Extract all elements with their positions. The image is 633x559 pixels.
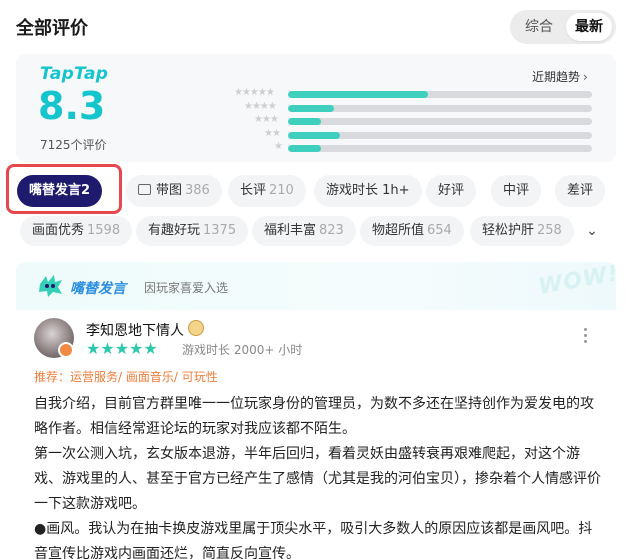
bar-fill [288, 91, 428, 98]
star-icon: ★ [100, 339, 115, 358]
star-level-icons: ★★★ [254, 114, 279, 125]
tag-count: 823 [319, 223, 344, 238]
recent-trend-link[interactable]: 近期趋势 › [532, 68, 588, 85]
review-paragraph: 自我介绍，目前官方群里唯一一位玩家身份的管理员，为数不多还在坚持创作为爱发电的攻… [34, 396, 594, 437]
bar-track [288, 118, 592, 125]
palette-badge-icon [188, 320, 204, 336]
bar-fill [288, 145, 322, 152]
tag-count: 258 [537, 223, 562, 238]
tag-with-images[interactable]: 带图 386 [126, 175, 222, 207]
tag-good-value[interactable]: 物超所值 654 [360, 216, 464, 246]
more-options-icon[interactable] [582, 328, 588, 344]
tag-casual[interactable]: 轻松护肝 258 [470, 216, 574, 246]
review-card: 嘴替发言 因玩家喜爱入选 WOW! 李知恩地下情人 ★★★★★ 游戏时长 200… [16, 261, 621, 559]
banner-title: 嘴替发言 [70, 281, 126, 297]
tag-count: 654 [427, 223, 452, 238]
tag-count: 1375 [203, 223, 237, 238]
image-icon [138, 184, 151, 195]
tag-count: 386 [185, 183, 210, 198]
tag-label: 长评 [240, 183, 267, 198]
star-icon: ★ [129, 339, 144, 358]
username[interactable]: 李知恩地下情人 [86, 320, 184, 340]
tag-label: 中评 [503, 183, 530, 198]
tag-count: 1598 [87, 223, 121, 238]
mouthpiece-logo-icon [39, 275, 62, 297]
taptap-logo: TapTap [40, 64, 109, 84]
tag-long-review[interactable]: 长评 210 [228, 175, 306, 207]
tag-great-graphics[interactable]: 画面优秀 1598 [20, 216, 133, 246]
tag-label: 轻松护肝 [482, 223, 535, 238]
review-paragraph: 第一次公测入坑，玄女版本退游，半年后回归，看着灵妖由盛转衰再艰难爬起，对这个游戏… [34, 446, 601, 512]
star-icon: ★ [143, 339, 158, 358]
review-count: 7125个评价 [40, 138, 107, 152]
tag-playtime[interactable]: 游戏时长 1h+ [314, 175, 422, 207]
sort-option-comprehensive[interactable]: 综合 [514, 13, 564, 41]
sort-toggle[interactable]: 综合 最新 [510, 10, 616, 44]
tag-label: 物超所值 [372, 223, 425, 238]
tag-label: 带图 [156, 183, 183, 198]
tag-rich-rewards[interactable]: 福利丰富 823 [252, 216, 356, 246]
page-title: 全部评价 [16, 18, 88, 39]
bar-fill [288, 104, 334, 112]
rating-bar-1-star: ★ [222, 141, 592, 153]
recommend-tags: 推荐：运营服务/ 画面音乐/ 可玩性 [34, 370, 218, 384]
tag-negative[interactable]: 差评 [555, 175, 606, 207]
tag-positive[interactable]: 好评 [426, 175, 477, 207]
recent-trend-label: 近期趋势 [532, 70, 581, 84]
wow-decoration: WOW! [536, 261, 621, 300]
star-icon: ★ [86, 339, 101, 358]
rating-bar-2-star: ★★ [222, 127, 592, 140]
tag-label: 差评 [567, 183, 594, 198]
star-icon: ★ [114, 339, 130, 358]
review-paragraph: ●画风。我认为在抽卡换皮游戏里属于顶尖水平，吸引大多数人的原因应该都是画风吧。抖… [34, 521, 593, 559]
tag-count: 210 [269, 183, 294, 198]
tag-label: 游戏时长 1h+ [326, 183, 410, 198]
filter-tags-secondary: 画面优秀 1598 有趣好玩 1375 福利丰富 823 物超所值 654 轻松护肝 25… [0, 214, 633, 248]
bar-fill [288, 118, 322, 125]
rating-bar-4-star: ★★★★ [222, 100, 592, 113]
rating-bar-5-star: ★★★★★ [222, 87, 592, 99]
review-star-rating: ★★★★★ [86, 339, 158, 358]
star-level-icons: ★★★★ [244, 100, 277, 112]
reviews-header: 全部评价 综合 最新 [0, 0, 633, 54]
mouthpiece-banner: 嘴替发言 因玩家喜爱入选 WOW! [16, 261, 621, 310]
bar-track [288, 131, 592, 139]
tag-fun[interactable]: 有趣好玩 1375 [136, 216, 249, 246]
tag-label: 有趣好玩 [148, 223, 201, 238]
bar-fill [288, 131, 340, 139]
highlight-frame [6, 164, 122, 214]
review-text[interactable]: 自我介绍，目前官方群里唯一一位玩家身份的管理员，为数不多还在坚持创作为爱发电的攻… [34, 392, 604, 559]
sort-option-latest[interactable]: 最新 [566, 13, 612, 41]
filter-tags-primary: 嘴替发言2 带图 386 长评 210 游戏时长 1h+ 好评 中评 差评 [0, 164, 633, 218]
chevron-right-icon: › [583, 70, 588, 84]
star-level-icons: ★★★★★ [234, 87, 275, 98]
chevron-down-icon: ⌄ [586, 223, 598, 239]
playtime: 游戏时长 2000+ 小时 [182, 343, 303, 357]
star-level-icons: ★ [274, 141, 283, 152]
avatar-badge-icon [58, 342, 74, 358]
tag-label: 好评 [438, 183, 465, 198]
tag-label: 福利丰富 [264, 223, 317, 238]
tag-neutral[interactable]: 中评 [491, 175, 542, 207]
rating-summary-card: TapTap 8.3 7125个评价 近期趋势 › ★★★★★ ★★★★ ★★★ ★★ ★ [16, 54, 616, 162]
rating-bar-3-star: ★★★ [222, 114, 592, 126]
bar-track [288, 104, 592, 112]
banner-subtitle: 因玩家喜爱入选 [144, 281, 229, 295]
tag-label: 画面优秀 [32, 223, 85, 238]
bar-track [288, 91, 592, 98]
average-score: 8.3 [38, 84, 106, 128]
expand-tags-button[interactable]: ⌄ [578, 216, 606, 246]
star-level-icons: ★★ [264, 127, 281, 139]
bar-track [288, 145, 592, 152]
